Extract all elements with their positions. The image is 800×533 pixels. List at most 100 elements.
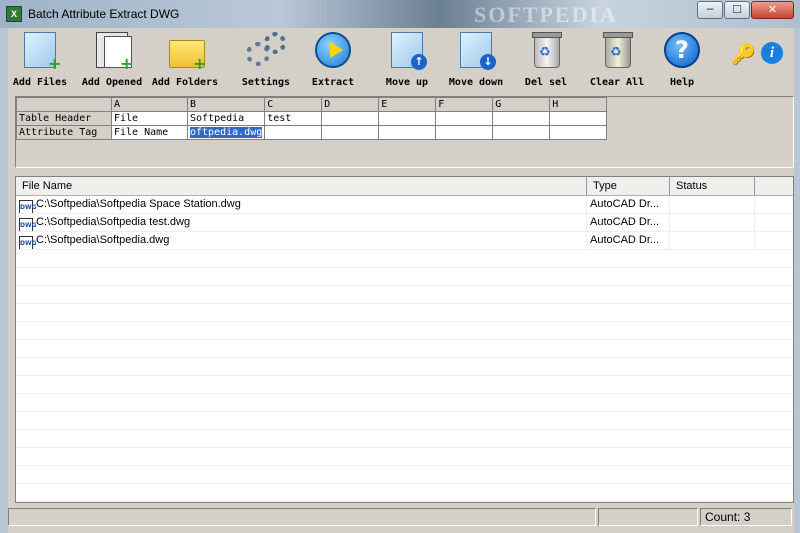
dwg-file-icon: DWG bbox=[19, 200, 37, 213]
grid-row-header: Table Header bbox=[16, 111, 112, 126]
help-icon: ? bbox=[662, 30, 702, 70]
file-list[interactable]: File Name Type Status DWGC:\Softpedia\So… bbox=[15, 176, 794, 503]
grid-cell-selected[interactable]: oftpedia.dwg bbox=[186, 125, 266, 140]
empty-row bbox=[16, 394, 793, 412]
grid-corner bbox=[16, 97, 112, 112]
file-name-cell: DWGC:\Softpedia\Softpedia Space Station.… bbox=[16, 196, 587, 213]
play-icon bbox=[313, 30, 353, 70]
add-opened-button[interactable]: + Add Opened bbox=[81, 30, 143, 90]
empty-row bbox=[16, 322, 793, 340]
empty-row bbox=[16, 376, 793, 394]
grid-col-header[interactable]: H bbox=[549, 97, 608, 112]
attribute-grid[interactable]: A B C D E F G H Table Header File Softpe… bbox=[16, 97, 608, 140]
close-button[interactable]: ✕ bbox=[751, 1, 794, 19]
recycle-bin-icon bbox=[526, 30, 566, 70]
window-frame-right bbox=[794, 28, 800, 533]
table-row[interactable]: DWGC:\Softpedia\Softpedia test.dwg AutoC… bbox=[16, 214, 793, 232]
grid-col-header[interactable]: G bbox=[492, 97, 551, 112]
move-down-button[interactable]: ↓ Move down bbox=[449, 30, 503, 90]
grid-col-header[interactable]: A bbox=[111, 97, 188, 112]
column-header-file-name[interactable]: File Name bbox=[16, 177, 587, 195]
grid-cell[interactable] bbox=[378, 125, 437, 140]
grid-row-header: Attribute Tag bbox=[16, 125, 112, 140]
column-header-type[interactable]: Type bbox=[587, 177, 670, 195]
grid-col-header[interactable]: E bbox=[378, 97, 437, 112]
grid-cell[interactable] bbox=[435, 125, 494, 140]
move-up-button[interactable]: ↑ Move up bbox=[382, 30, 432, 90]
column-header-status[interactable]: Status bbox=[670, 177, 755, 195]
file-status-cell bbox=[670, 196, 755, 213]
file-type-cell: AutoCAD Dr... bbox=[587, 214, 670, 231]
watermark: SOFTPEDIA bbox=[474, 2, 618, 27]
grid-cell[interactable] bbox=[435, 111, 494, 126]
del-sel-button[interactable]: Del sel bbox=[522, 30, 570, 90]
move-down-icon: ↓ bbox=[456, 30, 496, 70]
grid-col-header[interactable]: F bbox=[435, 97, 494, 112]
dwg-file-icon: DWG bbox=[19, 236, 37, 249]
dwg-file-icon: DWG bbox=[19, 218, 37, 231]
add-folders-button[interactable]: + Add Folders bbox=[152, 30, 218, 90]
maximize-button[interactable]: ☐ bbox=[724, 1, 750, 19]
grid-cell[interactable]: test bbox=[264, 111, 323, 126]
toolbar: + Add Files + Add Opened + Add Folders S… bbox=[8, 28, 794, 92]
app-icon[interactable]: X bbox=[6, 6, 22, 22]
grid-cell[interactable]: File bbox=[111, 111, 188, 126]
window-frame-left bbox=[0, 28, 8, 533]
grid-cell[interactable] bbox=[321, 125, 380, 140]
add-opened-icon: + bbox=[92, 30, 133, 72]
keys-icon[interactable]: 🔑 bbox=[731, 42, 756, 66]
grid-cell[interactable] bbox=[492, 111, 551, 126]
grid-cell[interactable] bbox=[492, 125, 551, 140]
grid-cell[interactable]: Softpedia bbox=[186, 111, 266, 126]
grid-row-table-header: Table Header File Softpedia test bbox=[16, 111, 608, 126]
empty-row bbox=[16, 502, 793, 503]
window-title: Batch Attribute Extract DWG bbox=[28, 7, 180, 21]
add-files-icon: + bbox=[20, 30, 61, 72]
file-name-cell: DWGC:\Softpedia\Softpedia test.dwg bbox=[16, 214, 587, 231]
extract-button[interactable]: Extract bbox=[308, 30, 358, 90]
grid-cell[interactable] bbox=[321, 111, 380, 126]
clear-all-button[interactable]: Clear All bbox=[590, 30, 644, 90]
move-up-icon: ↑ bbox=[387, 30, 427, 70]
empty-row bbox=[16, 304, 793, 322]
empty-row bbox=[16, 250, 793, 268]
status-count-panel: Count: 3 bbox=[700, 508, 792, 526]
empty-row bbox=[16, 268, 793, 286]
help-button[interactable]: ? Help bbox=[660, 30, 704, 90]
count-label: Count: bbox=[705, 510, 741, 524]
empty-row bbox=[16, 286, 793, 304]
file-status-cell bbox=[670, 214, 755, 231]
empty-row bbox=[16, 412, 793, 430]
grid-column-headers: A B C D E F G H bbox=[16, 97, 608, 112]
grid-cell[interactable] bbox=[549, 125, 608, 140]
empty-row bbox=[16, 484, 793, 502]
title-bar[interactable]: X Batch Attribute Extract DWG SOFTPEDIA … bbox=[0, 0, 800, 28]
table-row[interactable]: DWGC:\Softpedia\Softpedia.dwg AutoCAD Dr… bbox=[16, 232, 793, 250]
recycle-bin-full-icon bbox=[597, 30, 637, 70]
grid-col-header[interactable]: D bbox=[321, 97, 380, 112]
settings-button[interactable]: Settings bbox=[238, 30, 294, 90]
add-folders-icon: + bbox=[165, 30, 206, 72]
grid-col-header[interactable]: B bbox=[186, 97, 266, 112]
info-icon[interactable]: i bbox=[761, 42, 783, 64]
file-list-header: File Name Type Status bbox=[16, 177, 793, 196]
file-type-cell: AutoCAD Dr... bbox=[587, 232, 670, 249]
grid-cell-editor[interactable]: oftpedia.dwg bbox=[190, 127, 263, 138]
empty-row bbox=[16, 466, 793, 484]
status-panel-main bbox=[8, 508, 596, 526]
grid-col-header[interactable]: C bbox=[264, 97, 323, 112]
grid-cell[interactable] bbox=[549, 111, 608, 126]
minimize-button[interactable]: ─ bbox=[697, 1, 723, 19]
file-status-cell bbox=[670, 232, 755, 249]
grid-cell[interactable] bbox=[378, 111, 437, 126]
attribute-grid-panel: A B C D E F G H Table Header File Softpe… bbox=[15, 96, 794, 168]
status-bar: Count: 3 bbox=[8, 506, 794, 528]
empty-row bbox=[16, 358, 793, 376]
add-files-button[interactable]: + Add Files bbox=[13, 30, 67, 90]
grid-cell[interactable] bbox=[264, 125, 323, 140]
grid-row-attribute-tag: Attribute Tag File Name oftpedia.dwg bbox=[16, 125, 608, 140]
grid-cell[interactable]: File Name bbox=[111, 125, 188, 140]
count-value: 3 bbox=[743, 510, 751, 524]
empty-row bbox=[16, 340, 793, 358]
table-row[interactable]: DWGC:\Softpedia\Softpedia Space Station.… bbox=[16, 196, 793, 214]
